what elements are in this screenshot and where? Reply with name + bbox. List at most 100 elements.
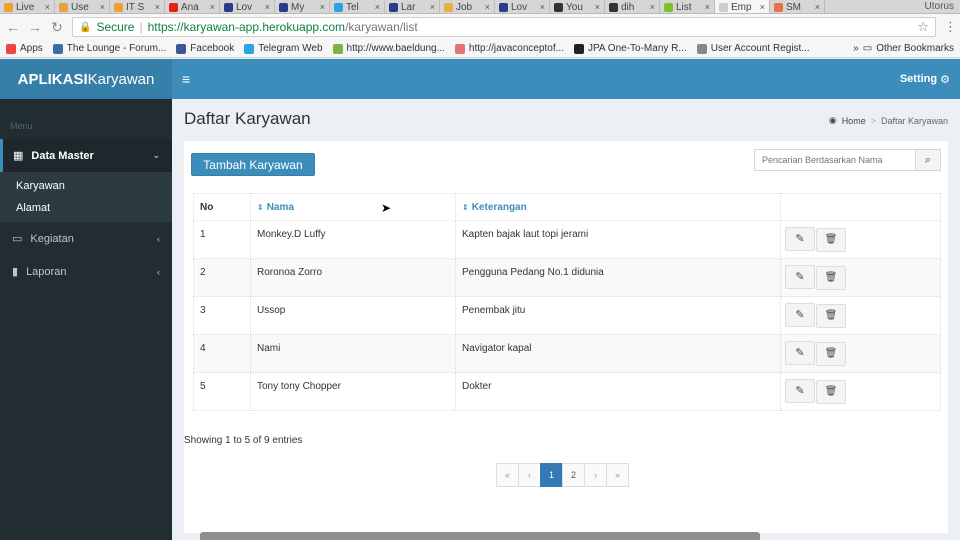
tab-close-icon[interactable]: × xyxy=(595,2,600,12)
browser-menu-icon[interactable]: ⋮ xyxy=(944,19,957,35)
cell-actions: ✎ 🗑 xyxy=(780,258,941,297)
edit-icon[interactable]: ✎ xyxy=(785,227,815,251)
forward-arrow-icon[interactable]: → xyxy=(28,20,42,34)
tab-favicon-icon xyxy=(169,2,178,12)
edit-icon[interactable]: ✎ xyxy=(785,341,815,365)
bookmark-item[interactable]: Telegram Web xyxy=(244,43,323,54)
tab-close-icon[interactable]: × xyxy=(210,2,215,12)
search-icon[interactable]: ⌕ xyxy=(916,149,941,171)
bookmark-item[interactable]: http://javaconceptof... xyxy=(454,43,564,54)
browser-tab[interactable]: You × xyxy=(550,0,605,13)
browser-tab[interactable]: Live × xyxy=(0,0,55,13)
next-page-button[interactable]: › xyxy=(584,463,607,487)
bookmark-item[interactable]: Apps xyxy=(6,43,43,54)
browser-tab[interactable]: SM × xyxy=(770,0,825,13)
sidebar-item-data-master[interactable]: ▦ Data Master ⌄ xyxy=(0,139,172,172)
tab-close-icon[interactable]: × xyxy=(45,2,50,12)
chevron-down-icon: ⌄ xyxy=(152,150,160,160)
browser-tab[interactable]: Lov × xyxy=(220,0,275,13)
tab-title: Ana xyxy=(181,1,199,13)
tab-close-icon[interactable]: × xyxy=(265,2,270,12)
browser-tab[interactable]: Use × xyxy=(55,0,110,13)
first-page-button[interactable]: « xyxy=(496,463,519,487)
tab-close-icon[interactable]: × xyxy=(540,2,545,12)
sort-icon: ⇕ xyxy=(257,202,264,212)
browser-tab[interactable]: Job × xyxy=(440,0,495,13)
cell-keterangan: Kapten bajak laut topi jerami xyxy=(455,220,781,259)
bookmark-item[interactable]: The Lounge - Forum... xyxy=(52,43,166,54)
dashboard-icon: ◉ xyxy=(828,115,837,125)
tab-close-icon[interactable]: × xyxy=(650,2,655,12)
bookmark-favicon-icon xyxy=(332,43,343,54)
bookmarks-overflow-icon[interactable]: » xyxy=(853,43,859,54)
tab-close-icon[interactable]: × xyxy=(375,2,380,12)
tab-close-icon[interactable]: × xyxy=(430,2,435,12)
sidebar-toggle-icon[interactable]: ≡ xyxy=(182,71,190,87)
trash-icon[interactable]: 🗑 xyxy=(816,342,846,366)
tab-close-icon[interactable]: × xyxy=(760,2,765,12)
tab-close-icon[interactable]: × xyxy=(815,2,820,12)
edit-icon[interactable]: ✎ xyxy=(785,379,815,403)
tab-close-icon[interactable]: × xyxy=(485,2,490,12)
employee-table: No ⇕ Nama ⇕ Keterangan 1 Monkey.D Luffy Kapt… xyxy=(193,193,941,411)
app-logo[interactable]: APLIKASI Karyawan xyxy=(0,59,172,99)
sidebar-item-label: Kegiatan xyxy=(30,232,74,245)
browser-tab[interactable]: Ana × xyxy=(165,0,220,13)
trash-icon[interactable]: 🗑 xyxy=(816,228,846,252)
breadcrumb-home[interactable]: Home xyxy=(842,116,866,126)
prev-page-button[interactable]: ‹ xyxy=(518,463,541,487)
browser-tab[interactable]: Tel × xyxy=(330,0,385,13)
browser-tab[interactable]: Lar × xyxy=(385,0,440,13)
sidebar-subitem-karyawan[interactable]: Karyawan xyxy=(0,175,172,197)
tab-title: Lov xyxy=(511,1,528,13)
tab-close-icon[interactable]: × xyxy=(705,2,710,12)
bookmark-item[interactable]: http://www.baeldung... xyxy=(332,43,445,54)
column-header-nama[interactable]: ⇕ Nama xyxy=(250,193,456,221)
sidebar-item-kegiatan[interactable]: ▭ Kegiatan ‹ xyxy=(0,222,172,255)
cell-actions: ✎ 🗑 xyxy=(780,296,941,335)
trash-icon[interactable]: 🗑 xyxy=(816,304,846,328)
tab-close-icon[interactable]: × xyxy=(100,2,105,12)
tab-favicon-icon xyxy=(774,2,783,12)
tab-title: List xyxy=(676,1,692,13)
page-button-1[interactable]: 1 xyxy=(540,463,563,487)
setting-menu[interactable]: Setting ⚙ xyxy=(900,73,950,86)
page-button-2[interactable]: 2 xyxy=(562,463,585,487)
browser-tab[interactable]: List × xyxy=(660,0,715,13)
cell-actions: ✎ 🗑 xyxy=(780,372,941,411)
sidebar-menu-header: Menu xyxy=(10,121,33,131)
browser-profile[interactable]: Utorus xyxy=(919,0,960,13)
bookmark-item[interactable]: JPA One-To-Many R... xyxy=(573,43,687,54)
app-header: APLIKASI Karyawan ≡ Setting ⚙ xyxy=(0,59,960,99)
search-input[interactable] xyxy=(754,149,916,171)
edit-icon[interactable]: ✎ xyxy=(785,303,815,327)
tab-close-icon[interactable]: × xyxy=(155,2,160,12)
bookmark-star-icon[interactable]: ☆ xyxy=(917,19,929,35)
sidebar-item-label: Data Master xyxy=(31,149,94,162)
sidebar-subitem-alamat[interactable]: Alamat xyxy=(0,197,172,219)
browser-address-bar: ← → ↻ 🔒 Secure | https://karyawan-app.he… xyxy=(0,14,960,40)
url-field[interactable]: 🔒 Secure | https://karyawan-app.herokuap… xyxy=(72,17,936,37)
browser-tab[interactable]: My × xyxy=(275,0,330,13)
other-bookmarks[interactable]: » ▭ Other Bookmarks xyxy=(853,43,954,54)
column-header-keterangan[interactable]: ⇕ Keterangan xyxy=(455,193,781,221)
bookmark-item[interactable]: Facebook xyxy=(176,43,234,54)
cell-no: 2 xyxy=(193,258,251,297)
browser-tab[interactable]: IT S × xyxy=(110,0,165,13)
folder-icon: ▭ xyxy=(862,43,873,54)
browser-tab[interactable]: Emp × xyxy=(715,0,770,13)
reload-icon[interactable]: ↻ xyxy=(50,20,64,34)
add-employee-button[interactable]: Tambah Karyawan xyxy=(191,153,315,176)
last-page-button[interactable]: » xyxy=(606,463,629,487)
browser-tab[interactable]: Lov × xyxy=(495,0,550,13)
trash-icon[interactable]: 🗑 xyxy=(816,266,846,290)
secure-label: Secure xyxy=(96,20,135,34)
back-arrow-icon[interactable]: ← xyxy=(6,20,20,34)
trash-icon[interactable]: 🗑 xyxy=(816,380,846,404)
tab-title: dih xyxy=(621,1,635,13)
bookmark-item[interactable]: User Account Regist... xyxy=(696,43,810,54)
browser-tab[interactable]: dih × xyxy=(605,0,660,13)
sidebar-item-laporan[interactable]: ▮ Laporan ‹ xyxy=(0,255,172,288)
tab-close-icon[interactable]: × xyxy=(320,2,325,12)
edit-icon[interactable]: ✎ xyxy=(785,265,815,289)
